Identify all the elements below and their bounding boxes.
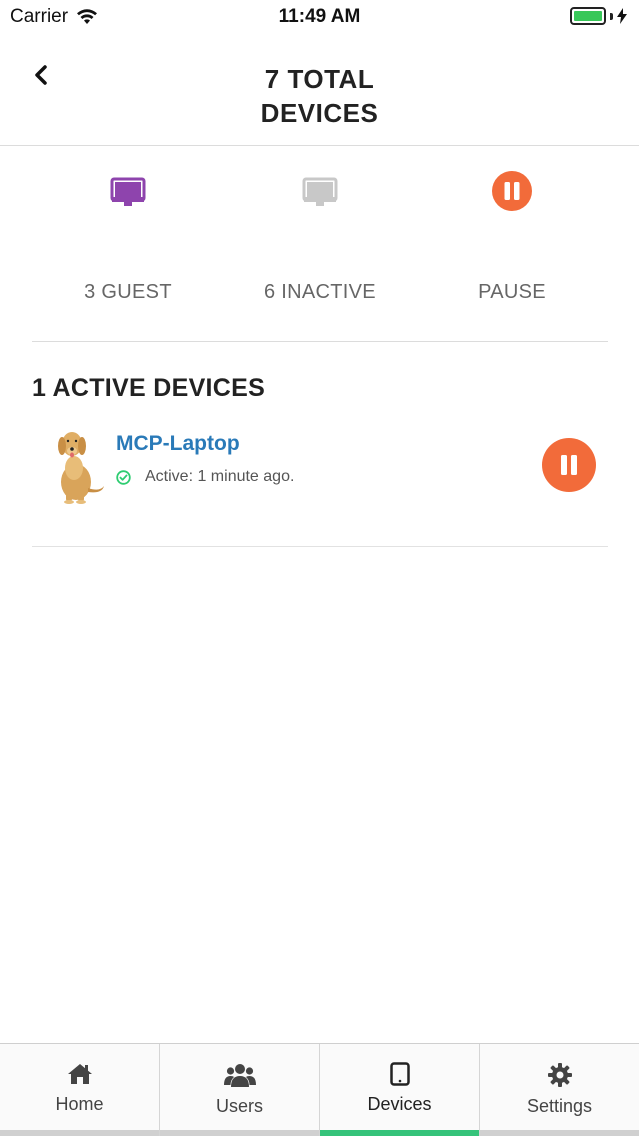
inactive-count-label: 6 INACTIVE (264, 281, 376, 303)
battery-icon (570, 7, 606, 25)
tab-home-label: Home (55, 1094, 104, 1114)
home-icon (67, 1064, 92, 1084)
device-status-text: Active: 1 minute ago. (145, 468, 295, 485)
users-icon (223, 1064, 256, 1087)
guest-filter[interactable]: 3 GUEST (32, 147, 224, 342)
charging-icon (617, 8, 627, 24)
status-time: 11:49 AM (278, 6, 361, 27)
dog-avatar (46, 424, 108, 504)
page-title-line2: DEVICES (260, 98, 379, 128)
device-name-link[interactable]: MCP-Laptop (116, 432, 240, 456)
active-devices-heading: 1 ACTIVE DEVICES (32, 374, 266, 402)
inactive-filter[interactable]: 6 INACTIVE (224, 147, 416, 342)
device-row[interactable]: MCP-Laptop Active: 1 minute ago. (32, 418, 608, 547)
back-button[interactable] (26, 60, 56, 90)
device-status: Active: 1 minute ago. (116, 468, 294, 486)
tab-users-label: Users (215, 1096, 263, 1116)
check-circle-icon (116, 469, 131, 485)
page-title: 7 TOTAL DEVICES (160, 62, 479, 130)
monitor-icon (302, 177, 338, 206)
gear-icon (547, 1063, 572, 1087)
pause-all-button[interactable]: PAUSE (416, 147, 608, 342)
chevron-left-icon (35, 65, 47, 85)
guest-count-label: 3 GUEST (84, 281, 172, 303)
pause-icon (561, 455, 577, 475)
page-header: 7 TOTAL DEVICES (0, 34, 639, 146)
monitor-icon (110, 177, 146, 206)
tab-devices[interactable]: Devices (320, 1044, 480, 1136)
pause-device-button[interactable] (542, 438, 596, 492)
tab-bar: Home Users Devices Settings (0, 1043, 639, 1136)
pause-icon (492, 171, 532, 211)
tab-settings[interactable]: Settings (480, 1044, 639, 1136)
tab-devices-label: Devices (367, 1094, 432, 1114)
status-bar: Carrier 11:49 AM (0, 0, 639, 34)
tab-users[interactable]: Users (160, 1044, 320, 1136)
pause-label: PAUSE (478, 281, 546, 303)
tab-home[interactable]: Home (0, 1044, 160, 1136)
device-summary: 3 GUEST 6 INACTIVE PAUSE (32, 147, 608, 342)
battery-indicator (570, 7, 627, 25)
tablet-icon (389, 1062, 410, 1086)
page-title-line1: 7 TOTAL (264, 64, 375, 94)
tab-settings-label: Settings (526, 1096, 593, 1116)
